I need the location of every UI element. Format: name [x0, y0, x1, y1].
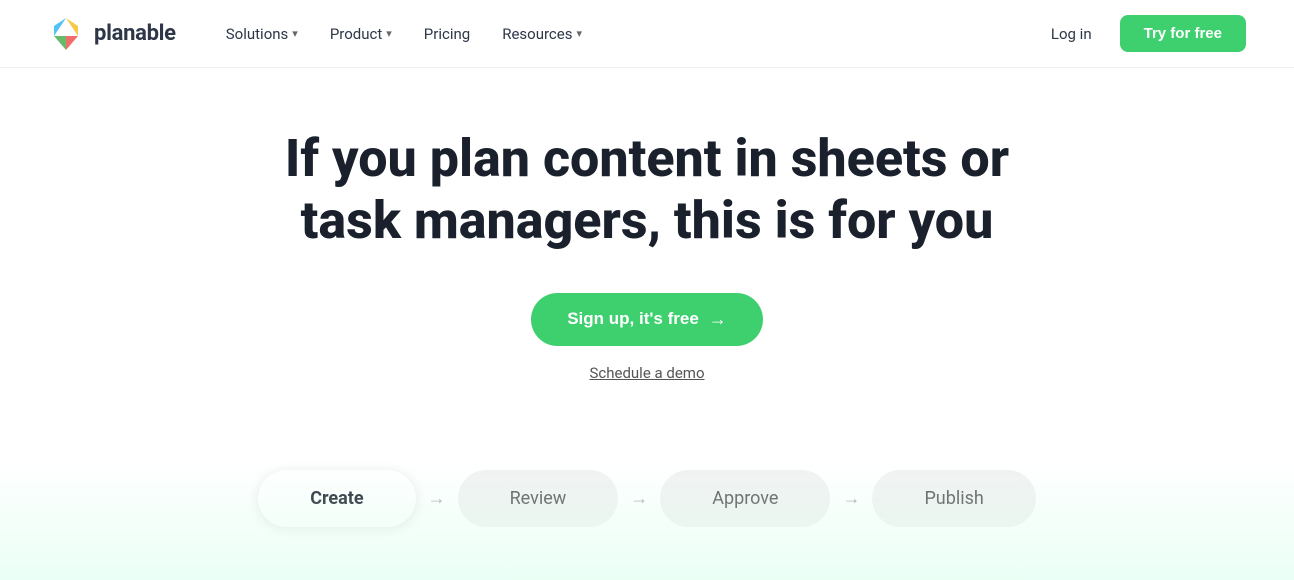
- nav-item-resources[interactable]: Resources ▾: [488, 17, 596, 51]
- nav-item-product[interactable]: Product ▾: [316, 17, 406, 51]
- nav-links: Solutions ▾ Product ▾ Pricing Resources …: [212, 17, 1039, 51]
- chevron-down-icon: ▾: [292, 27, 298, 40]
- signup-button[interactable]: Sign up, it's free →: [531, 293, 763, 346]
- nav-item-pricing[interactable]: Pricing: [410, 17, 484, 51]
- step-arrow-3: →: [830, 488, 872, 509]
- logo-icon: [48, 16, 84, 52]
- step-arrow-1: →: [416, 488, 458, 509]
- navbar: planable Solutions ▾ Product ▾ Pricing R…: [0, 0, 1294, 68]
- workflow-steps: Create → Review → Approve → Publish: [0, 470, 1294, 567]
- hero-title: If you plan content in sheets or task ma…: [267, 128, 1027, 253]
- nav-item-solutions[interactable]: Solutions ▾: [212, 17, 312, 51]
- logo-text: planable: [94, 21, 176, 46]
- step-approve[interactable]: Approve: [660, 470, 830, 527]
- chevron-down-icon: ▾: [576, 27, 582, 40]
- step-arrow-2: →: [618, 488, 660, 509]
- schedule-demo-link[interactable]: Schedule a demo: [589, 364, 704, 382]
- step-create[interactable]: Create: [258, 470, 415, 527]
- login-button[interactable]: Log in: [1039, 17, 1104, 51]
- chevron-down-icon: ▾: [386, 27, 392, 40]
- arrow-icon: →: [709, 309, 727, 330]
- try-for-free-button[interactable]: Try for free: [1120, 15, 1246, 52]
- step-review[interactable]: Review: [458, 470, 619, 527]
- hero-section: If you plan content in sheets or task ma…: [0, 68, 1294, 470]
- nav-right: Log in Try for free: [1039, 15, 1246, 52]
- logo[interactable]: planable: [48, 16, 176, 52]
- step-publish[interactable]: Publish: [872, 470, 1035, 527]
